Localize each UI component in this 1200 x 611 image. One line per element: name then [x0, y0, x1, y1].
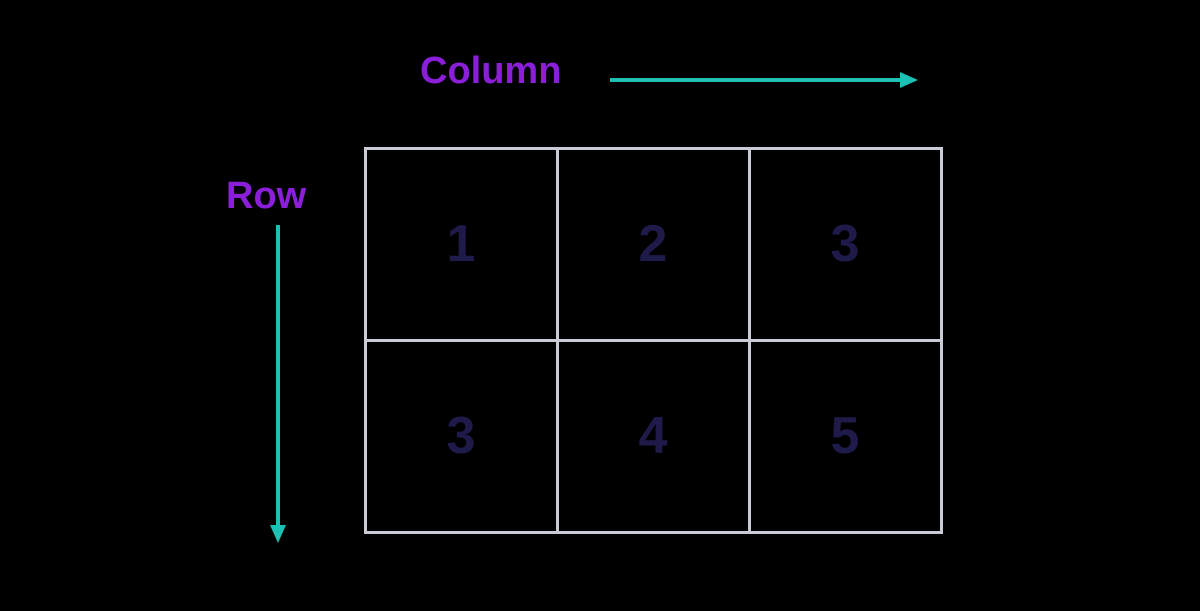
arrow-right-icon	[610, 70, 920, 90]
cell-1-1: 4	[556, 339, 751, 534]
arrow-down-icon	[268, 225, 288, 545]
cell-0-2: 3	[748, 147, 943, 342]
row-label: Row	[226, 175, 306, 218]
cell-0-0: 1	[364, 147, 559, 342]
cell-0-1: 2	[556, 147, 751, 342]
grid-table: 1 2 3 3 4 5	[365, 148, 941, 532]
column-label: Column	[420, 50, 561, 93]
cell-1-0: 3	[364, 339, 559, 534]
cell-1-2: 5	[748, 339, 943, 534]
